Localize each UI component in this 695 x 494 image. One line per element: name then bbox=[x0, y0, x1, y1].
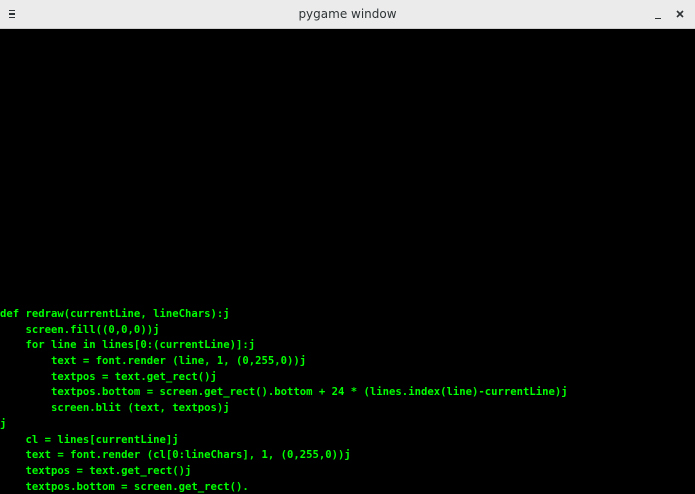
minimize-icon[interactable] bbox=[651, 6, 665, 22]
code-line: for line in lines[0:(currentLine)]:j bbox=[0, 339, 256, 352]
code-line: cl = lines[currentLine]j bbox=[0, 433, 179, 446]
game-canvas[interactable]: def redraw(currentLine, lineChars):j scr… bbox=[0, 29, 695, 494]
code-line: textpos = text.get_rect()j bbox=[0, 464, 192, 477]
code-line: def redraw(currentLine, lineChars):j bbox=[0, 308, 230, 320]
code-line: j bbox=[0, 417, 7, 430]
code-listing: def redraw(currentLine, lineChars):j scr… bbox=[0, 307, 568, 494]
code-line: text = font.render (line, 1, (0,255,0))j bbox=[0, 355, 307, 368]
title-bar[interactable]: pygame window bbox=[0, 0, 695, 29]
window-title: pygame window bbox=[298, 7, 397, 21]
code-line: textpos = text.get_rect()j bbox=[0, 370, 217, 383]
close-icon[interactable] bbox=[673, 6, 687, 22]
code-line: textpos.bottom = screen.get_rect().botto… bbox=[0, 386, 568, 399]
code-line: screen.blit (text, textpos)j bbox=[0, 402, 230, 415]
pygame-window: pygame window def redraw(currentLine, li… bbox=[0, 0, 695, 494]
code-line: screen.fill((0,0,0))j bbox=[0, 323, 160, 336]
code-line: text = font.render (cl[0:lineChars], 1, … bbox=[0, 449, 351, 462]
code-line: textpos.bottom = screen.get_rect(). bbox=[0, 480, 249, 493]
